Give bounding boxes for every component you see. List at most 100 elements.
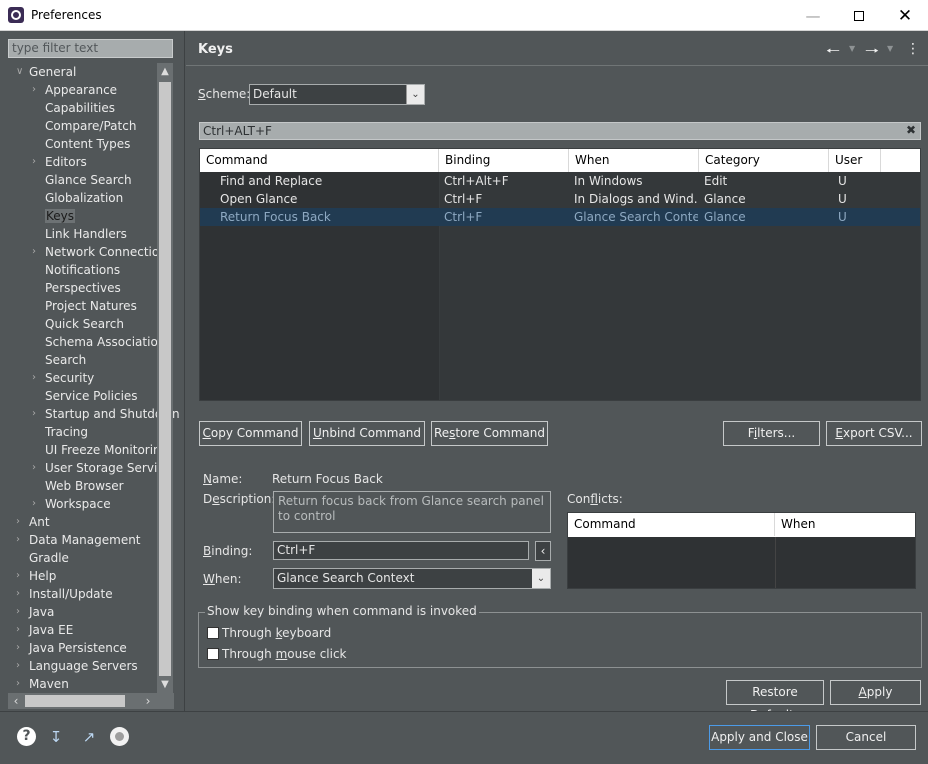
tree-item[interactable]: › Data Management (16, 531, 141, 549)
apply-and-close-button[interactable]: Apply and Close (709, 725, 810, 750)
chevron-down-icon[interactable]: ⌄ (532, 569, 550, 588)
conflicts-column-when[interactable]: When (775, 513, 915, 536)
tree-item[interactable]: Compare/Patch (45, 117, 136, 135)
tree-item[interactable]: Content Types (45, 135, 130, 153)
column-header-binding[interactable]: Binding (439, 149, 569, 172)
collapsed-icon[interactable]: › (32, 153, 36, 171)
forward-arrow-icon[interactable]: 🠒 (865, 40, 879, 67)
back-arrow-icon[interactable]: 🠐 (826, 40, 840, 67)
collapsed-icon[interactable]: › (32, 495, 36, 513)
collapsed-icon[interactable]: › (16, 585, 20, 603)
maximize-button[interactable] (836, 0, 882, 31)
scroll-right-icon[interactable]: › (140, 693, 156, 709)
help-icon[interactable]: ? (17, 727, 36, 746)
through-keyboard-checkbox[interactable] (207, 627, 219, 639)
tree-item[interactable]: › Install/Update (16, 585, 113, 603)
tree-item[interactable]: Tracing (45, 423, 88, 441)
forward-dropdown-icon[interactable]: ▼ (887, 44, 893, 53)
restore-defaults-button[interactable]: Restore Defaults (726, 680, 824, 722)
collapsed-icon[interactable]: › (16, 567, 20, 585)
tree-item[interactable]: Globalization (45, 189, 123, 207)
filter-input[interactable]: type filter text (8, 39, 173, 58)
tree-item[interactable]: › Ant (16, 513, 50, 531)
minimize-button[interactable]: — (790, 0, 836, 31)
view-menu-icon[interactable]: ⋮ (906, 41, 920, 57)
copy-command-button[interactable]: Copy Command (199, 421, 302, 446)
tree-item[interactable]: ∨ General (16, 63, 76, 81)
through-mouse-label[interactable]: Through mouse click (222, 647, 347, 661)
tree-item[interactable]: Gradle (29, 549, 69, 567)
import-icon[interactable]: ↧ (46, 727, 66, 747)
scroll-down-icon[interactable]: ▼ (157, 676, 173, 693)
collapsed-icon[interactable]: › (16, 675, 20, 693)
collapsed-icon[interactable]: › (32, 81, 36, 99)
collapsed-icon[interactable]: › (16, 531, 20, 549)
close-button[interactable]: ✕ (882, 0, 928, 31)
table-row[interactable]: Find and Replace Ctrl+Alt+F In Windows Edit… (200, 172, 920, 190)
tree-item[interactable]: Search (45, 351, 86, 369)
collapsed-icon[interactable]: › (16, 621, 20, 639)
binding-input[interactable]: Ctrl+F (273, 541, 529, 560)
tree-item[interactable]: › Editors (32, 153, 87, 171)
export-icon[interactable]: ↗ (79, 727, 99, 747)
tree-item[interactable]: Capabilities (45, 99, 115, 117)
tree-item[interactable]: Keys (45, 207, 76, 225)
when-select[interactable]: Glance Search Context ⌄ (273, 568, 551, 589)
through-mouse-checkbox[interactable] (207, 648, 219, 660)
export-csv-button[interactable]: Export CSV... (826, 421, 922, 446)
cancel-button[interactable]: Cancel (816, 725, 916, 750)
tree-item[interactable]: Notifications (45, 261, 120, 279)
scroll-up-icon[interactable]: ▲ (157, 63, 173, 80)
sash-divider[interactable] (184, 31, 185, 711)
scrollbar-thumb[interactable] (25, 695, 125, 707)
collapsed-icon[interactable]: › (16, 603, 20, 621)
collapsed-icon[interactable]: › (32, 369, 36, 387)
collapsed-icon[interactable]: › (16, 639, 20, 657)
tree-item[interactable]: › Network Connection (32, 243, 167, 261)
scrollbar-thumb[interactable] (159, 82, 171, 682)
through-keyboard-label[interactable]: Through keyboard (222, 626, 331, 640)
record-icon[interactable] (110, 727, 129, 746)
collapsed-icon[interactable]: › (16, 513, 20, 531)
tree-item[interactable]: › Maven (16, 675, 69, 693)
tree-item[interactable]: › Language Servers (16, 657, 138, 675)
tree-item[interactable]: › Java (16, 603, 54, 621)
table-row[interactable]: Return Focus Back Ctrl+F Glance Search Con… (200, 208, 920, 226)
table-row[interactable]: Open Glance Ctrl+F In Dialogs and Wind... G… (200, 190, 920, 208)
tree-item[interactable]: › Help (16, 567, 56, 585)
tree-item[interactable]: Schema Associations (45, 333, 172, 351)
tree-item[interactable]: Link Handlers (45, 225, 127, 243)
tree-item[interactable]: UI Freeze Monitoring (45, 441, 168, 459)
tree-item[interactable]: › Appearance (32, 81, 117, 99)
column-header-when[interactable]: When (569, 149, 699, 172)
expanded-icon[interactable]: ∨ (16, 63, 23, 81)
collapsed-icon[interactable]: › (32, 243, 36, 261)
collapsed-icon[interactable]: › (16, 657, 20, 675)
tree-item[interactable]: › Security (32, 369, 94, 387)
tree-item[interactable]: Project Natures (45, 297, 137, 315)
tree-item[interactable]: › Workspace (32, 495, 111, 513)
binding-insert-icon[interactable]: ‹ (535, 541, 551, 561)
collapsed-icon[interactable]: › (32, 459, 36, 477)
conflicts-column-command[interactable]: Command (568, 513, 775, 536)
unbind-command-button[interactable]: Unbind Command (309, 421, 425, 446)
apply-button[interactable]: Apply (830, 680, 921, 705)
tree-item[interactable]: Web Browser (45, 477, 124, 495)
tree-item[interactable]: › Java EE (16, 621, 73, 639)
clear-icon[interactable]: ✖ (906, 123, 916, 137)
column-header-category[interactable]: Category (699, 149, 829, 172)
chevron-down-icon[interactable]: ⌄ (406, 85, 424, 104)
tree-item[interactable]: › User Storage Service (32, 459, 171, 477)
tree-item[interactable]: Quick Search (45, 315, 124, 333)
tree-item[interactable]: Service Policies (45, 387, 138, 405)
scheme-select[interactable]: Default ⌄ (249, 84, 425, 105)
tree-item[interactable]: Glance Search (45, 171, 132, 189)
scroll-left-icon[interactable]: ‹ (8, 693, 24, 709)
back-dropdown-icon[interactable]: ▼ (849, 44, 855, 53)
tree-item[interactable]: › Java Persistence (16, 639, 127, 657)
filters-button[interactable]: Filters... (723, 421, 820, 446)
column-header-user[interactable]: User (829, 149, 881, 172)
tree-item[interactable]: Perspectives (45, 279, 121, 297)
key-search-input[interactable]: Ctrl+ALT+F (199, 122, 921, 140)
restore-command-button[interactable]: Restore Command (431, 421, 548, 446)
